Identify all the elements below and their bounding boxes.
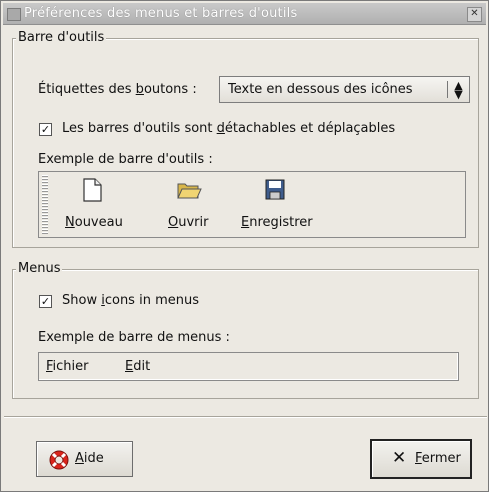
- window-menu-icon[interactable]: [7, 8, 21, 21]
- button-labels-label: Étiquettes des boutons :: [38, 82, 197, 97]
- title-bar[interactable]: Préférences des menus et barres d'outils…: [3, 3, 486, 25]
- save-floppy-icon: [265, 179, 285, 200]
- x-close-icon: ✕: [392, 448, 407, 468]
- toolbar-button-save[interactable]: Enregistrer: [241, 178, 323, 233]
- close-button-label: Fermer: [415, 451, 461, 466]
- show-icons-checkbox[interactable]: ✓: [39, 295, 52, 308]
- lifebuoy-icon: [49, 450, 69, 470]
- preferences-dialog: Préférences des menus et barres d'outils…: [0, 0, 489, 492]
- new-document-icon: [83, 178, 102, 202]
- example-menubar: Fichier Edit: [38, 352, 459, 381]
- close-button[interactable]: ✕ Fermer: [370, 439, 472, 479]
- detachable-checkbox[interactable]: ✓: [39, 123, 52, 136]
- toolbar-grip-handle[interactable]: [42, 175, 48, 234]
- menu-item-fichier[interactable]: Fichier: [46, 359, 89, 374]
- help-button[interactable]: Aide: [36, 441, 133, 477]
- menu-item-edit[interactable]: Edit: [125, 359, 150, 374]
- button-labels-select[interactable]: Texte en dessous des icônes ▲ ▼: [219, 76, 470, 103]
- detachable-label[interactable]: Les barres d'outils sont détachables et …: [62, 121, 395, 136]
- button-labels-select-value: Texte en dessous des icônes: [228, 82, 413, 97]
- example-toolbar: Nouveau Ouvrir Enregistrer: [38, 171, 466, 238]
- footer-separator: [4, 416, 487, 418]
- open-folder-icon: [177, 183, 202, 199]
- toolbar-example-label: Exemple de barre d'outils :: [38, 152, 213, 167]
- up-down-arrow-icon: ▲ ▼: [454, 79, 463, 101]
- toolbar-button-new[interactable]: Nouveau: [65, 178, 123, 233]
- title-close-button[interactable]: ✕: [467, 7, 482, 22]
- menubar-example-label: Exemple de barre de menus :: [38, 330, 230, 345]
- toolbar-section-legend: Barre d'outils: [16, 30, 107, 45]
- help-button-label: Aide: [75, 451, 104, 466]
- show-icons-label[interactable]: Show icons in menus: [62, 293, 199, 308]
- window-title: Préférences des menus et barres d'outils: [24, 6, 298, 21]
- combo-separator: [447, 81, 448, 98]
- toolbar-button-open[interactable]: Ouvrir: [166, 178, 212, 233]
- menus-section-legend: Menus: [16, 261, 63, 276]
